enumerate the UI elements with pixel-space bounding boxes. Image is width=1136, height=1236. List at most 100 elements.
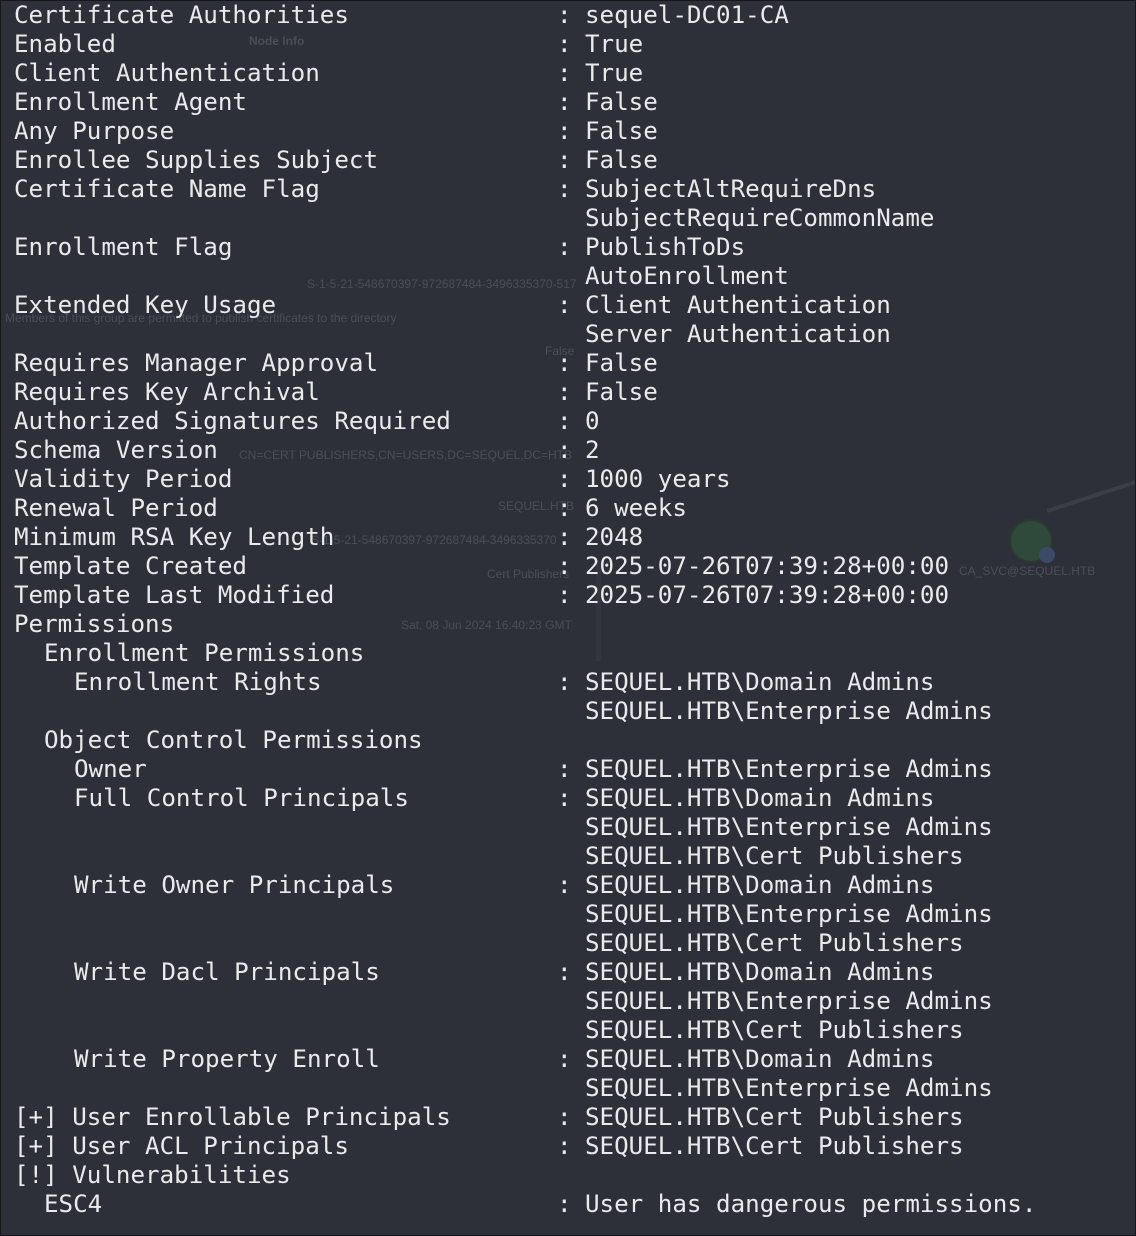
output-value: SEQUEL.HTB\Domain Admins [585, 958, 935, 986]
output-value: SEQUEL.HTB\Domain Admins [585, 784, 935, 812]
output-key: Requires Key Archival [14, 378, 320, 406]
output-separator: : [557, 88, 572, 116]
output-value: SEQUEL.HTB\Enterprise Admins [585, 900, 993, 928]
output-separator: : [557, 1132, 572, 1160]
output-separator: : [557, 378, 572, 406]
output-key [14, 987, 557, 1016]
output-line: SubjectRequireCommonName [14, 204, 1036, 233]
output-value: SEQUEL.HTB\Domain Admins [585, 668, 935, 696]
output-line: Permissions [14, 610, 1036, 639]
output-line: SEQUEL.HTB\Cert Publishers [14, 929, 1036, 958]
output-separator [557, 697, 585, 726]
output-key: Permissions [14, 610, 175, 638]
output-key [14, 320, 557, 349]
output-line: Validity Period:1000 years [14, 465, 1036, 494]
output-line: Client Authentication: True [14, 59, 1036, 88]
output-value: False [585, 349, 658, 377]
output-separator: : [557, 1190, 572, 1218]
output-value: sequel-DC01-CA [585, 1, 789, 29]
output-line: [+] User ACL Principals: SEQUEL.HTB\Cert … [14, 1132, 1036, 1161]
output-key [14, 1016, 557, 1045]
output-key: [+] User ACL Principals [14, 1132, 349, 1160]
output-line: Enabled: True [14, 30, 1036, 59]
output-line: Server Authentication [14, 320, 1036, 349]
output-line: AutoEnrollment [14, 262, 1036, 291]
output-key: Owner [74, 755, 147, 783]
output-value: True [585, 59, 644, 87]
output-value: AutoEnrollment [585, 262, 789, 290]
output-key: Template Last Modified [14, 581, 335, 609]
output-separator [557, 1074, 585, 1103]
output-value: SubjectRequireCommonName [585, 204, 935, 232]
output-key: Enrollee Supplies Subject [14, 146, 379, 174]
output-value: SEQUEL.HTB\Enterprise Admins [585, 987, 993, 1015]
output-value: 0 [585, 407, 600, 435]
output-key: Requires Manager Approval [14, 349, 379, 377]
output-line: Authorized Signatures Required:0 [14, 407, 1036, 436]
output-separator: : [557, 59, 572, 87]
output-value: 6 weeks [585, 494, 687, 522]
output-line: SEQUEL.HTB\Cert Publishers [14, 842, 1036, 871]
output-separator: : [557, 552, 572, 580]
output-key: Object Control Permissions [44, 726, 423, 754]
output-line: Full Control Principals: SEQUEL.HTB\Domai… [14, 784, 1036, 813]
output-key: Certificate Name Flag [14, 175, 320, 203]
output-value: SEQUEL.HTB\Cert Publishers [585, 1016, 964, 1044]
output-line: ESC4: User has dangerous permissions. [14, 1190, 1036, 1219]
output-key: Enrollment Permissions [44, 639, 365, 667]
output-line: Write Owner Principals: SEQUEL.HTB\Domain… [14, 871, 1036, 900]
output-separator: : [557, 117, 572, 145]
output-line: Certificate Name Flag: SubjectAltRequireD… [14, 175, 1036, 204]
output-value: Server Authentication [585, 320, 891, 348]
output-separator [557, 320, 585, 349]
output-separator [557, 639, 585, 668]
output-value: SEQUEL.HTB\Enterprise Admins [585, 1074, 993, 1102]
output-key: Client Authentication [14, 59, 320, 87]
output-value: SEQUEL.HTB\Cert Publishers [585, 1103, 964, 1131]
output-separator: : [557, 436, 572, 464]
output-value: False [585, 378, 658, 406]
output-separator: : [557, 958, 572, 986]
output-separator [557, 900, 585, 929]
output-key: Enabled [14, 30, 116, 58]
output-key: Enrollment Rights [74, 668, 322, 696]
output-line: Enrollment Permissions [14, 639, 1036, 668]
output-line: Owner: SEQUEL.HTB\Enterprise Admins [14, 755, 1036, 784]
output-value: SubjectAltRequireDns [585, 175, 877, 203]
output-key: [!] Vulnerabilities [14, 1161, 291, 1189]
output-key: Write Dacl Principals [74, 958, 380, 986]
output-separator: : [557, 523, 572, 551]
output-key: Authorized Signatures Required [14, 407, 451, 435]
output-key: ESC4 [44, 1190, 103, 1218]
output-value: True [585, 30, 644, 58]
output-separator [557, 262, 585, 291]
output-separator: : [557, 871, 572, 899]
output-key [14, 262, 557, 291]
output-key [14, 813, 557, 842]
output-line: Extended Key Usage: Client Authentication [14, 291, 1036, 320]
output-key: Write Property Enroll [74, 1045, 380, 1073]
output-separator [557, 842, 585, 871]
output-separator: : [557, 465, 572, 493]
output-value: SEQUEL.HTB\Enterprise Admins [585, 813, 993, 841]
output-separator: : [557, 1, 572, 29]
output-value: 2 [585, 436, 600, 464]
output-key [14, 900, 557, 929]
output-separator: : [557, 784, 572, 812]
output-key: Any Purpose [14, 117, 175, 145]
certipy-output: Certificate Authorities: sequel-DC01-CA En… [14, 1, 1036, 1219]
terminal-window: Node Info S-1-5-21-548670397-972687484-3… [0, 0, 1136, 1236]
output-key [14, 1074, 557, 1103]
output-separator: : [557, 146, 572, 174]
output-line: Any Purpose: False [14, 117, 1036, 146]
output-value: 2025-07-26T07:39:28+00:00 [585, 552, 950, 580]
output-key: Write Owner Principals [74, 871, 395, 899]
output-line: SEQUEL.HTB\Enterprise Admins [14, 987, 1036, 1016]
output-key: Validity Period [14, 465, 233, 493]
output-value: SEQUEL.HTB\Cert Publishers [585, 929, 964, 957]
output-key: Enrollment Agent [14, 88, 247, 116]
output-line: Object Control Permissions [14, 726, 1036, 755]
output-value: False [585, 88, 658, 116]
output-separator: : [557, 755, 572, 783]
output-key [14, 204, 557, 233]
